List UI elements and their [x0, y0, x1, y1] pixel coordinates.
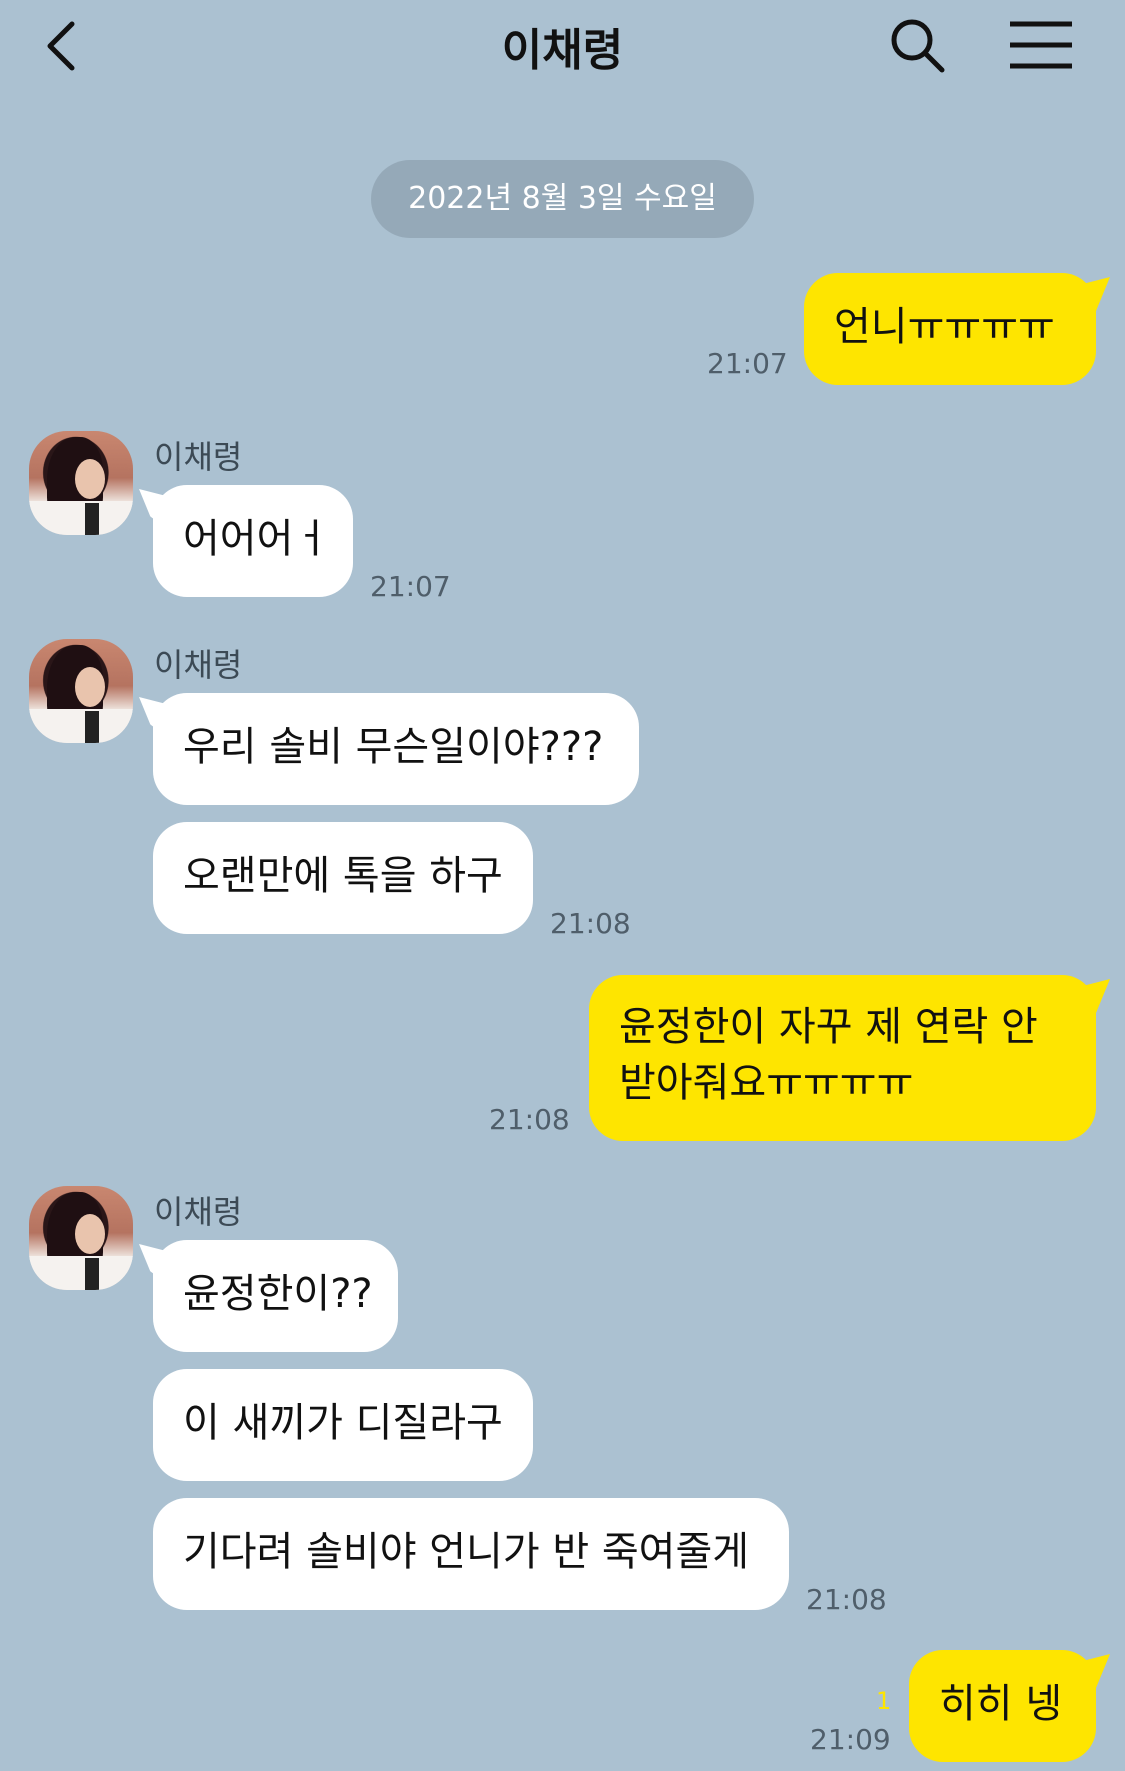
my-message-bubble[interactable]: 윤정한이 자꾸 제 연락 안 받아줘요ㅠㅠㅠㅠ	[589, 975, 1096, 1141]
message-time: 21:09	[810, 1723, 891, 1756]
message-text: 언니ㅠㅠㅠㅠ	[834, 304, 1055, 350]
message-time: 21:08	[806, 1583, 887, 1616]
avatar[interactable]	[29, 431, 133, 535]
their-message-bubble[interactable]: 오랜만에 톡을 하구	[153, 822, 533, 934]
my-message-bubble[interactable]: 언니ㅠㅠㅠㅠ	[804, 273, 1096, 385]
message-text: 어어어ㅓ	[183, 516, 331, 562]
their-message-bubble[interactable]: 우리 솔비 무슨일이야???	[153, 693, 639, 805]
message-time: 21:08	[489, 1103, 570, 1136]
message-time: 21:08	[550, 907, 631, 940]
their-message-bubble[interactable]: 어어어ㅓ	[153, 485, 353, 597]
chat-header: 이채령	[0, 0, 1125, 100]
message-text-line-2: 받아줘요ㅠㅠㅠㅠ	[619, 1060, 914, 1106]
message-text: 히히 넹	[939, 1681, 1063, 1727]
avatar[interactable]	[29, 1186, 133, 1290]
chat-title: 이채령	[501, 25, 624, 76]
search-icon	[891, 19, 945, 73]
my-message-bubble[interactable]: 히히 넹	[909, 1650, 1096, 1762]
message-text: 윤정한이??	[183, 1271, 373, 1317]
their-message-bubble[interactable]: 윤정한이??	[153, 1240, 398, 1352]
message-time: 21:07	[370, 570, 451, 603]
menu-button[interactable]	[1008, 18, 1074, 72]
their-message-bubble[interactable]: 기다려 솔비야 언니가 반 죽여줄게	[153, 1498, 789, 1610]
search-button[interactable]	[888, 16, 948, 76]
message-text: 이 새끼가 디질라구	[183, 1400, 503, 1446]
sender-name: 이채령	[154, 1193, 243, 1231]
their-message-bubble[interactable]: 이 새끼가 디질라구	[153, 1369, 533, 1481]
sender-name: 이채령	[154, 438, 243, 476]
hamburger-menu-icon	[1010, 21, 1072, 69]
unread-count: 1	[876, 1687, 892, 1715]
avatar[interactable]	[29, 639, 133, 743]
chat-screen: 이채령 2022년 8월 3일 수요일 21:07 언니ㅠㅠㅠㅠ 이채령 어어어…	[0, 0, 1125, 1771]
date-divider: 2022년 8월 3일 수요일	[371, 160, 754, 238]
message-time: 21:07	[707, 347, 788, 380]
message-text: 우리 솔비 무슨일이야???	[183, 724, 604, 770]
message-text: 기다려 솔비야 언니가 반 죽여줄게	[183, 1529, 750, 1575]
sender-name: 이채령	[154, 646, 243, 684]
message-text-line-1: 윤정한이 자꾸 제 연락 안	[619, 1004, 1038, 1050]
message-text: 오랜만에 톡을 하구	[183, 853, 503, 899]
